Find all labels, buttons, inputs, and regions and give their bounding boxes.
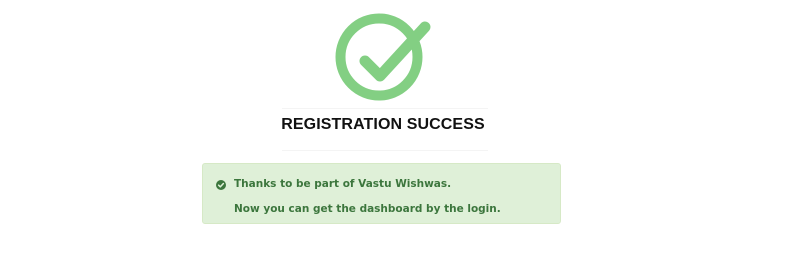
alert-message-login: Now you can get the dashboard by the log… (234, 203, 501, 215)
check-circle-small-icon (216, 180, 226, 190)
success-alert: Thanks to be part of Vastu Wishwas. Now … (202, 163, 561, 224)
page-title: REGISTRATION SUCCESS (281, 116, 485, 133)
alert-message-thanks: Thanks to be part of Vastu Wishwas. (234, 178, 452, 190)
check-circle-icon (335, 13, 431, 101)
background-divider (282, 108, 488, 109)
background-divider (282, 150, 488, 151)
